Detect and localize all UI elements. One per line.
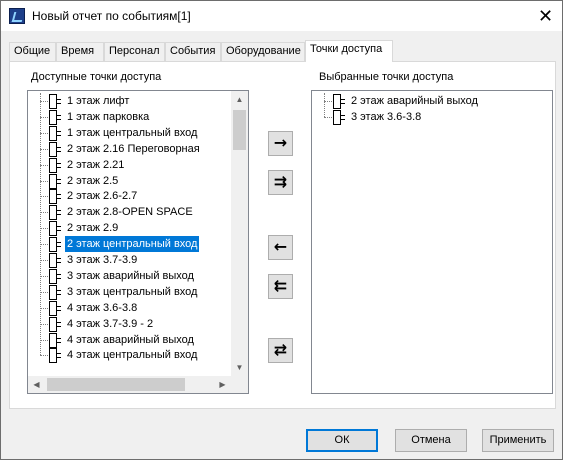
list-item-label: 2 этаж 2.21	[67, 158, 125, 171]
swap-button[interactable]: ⇄	[268, 338, 293, 363]
access-point-door-icon	[47, 268, 61, 284]
list-item[interactable]: 4 этаж центральный вход	[28, 347, 248, 364]
list-item-label: 3 этаж центральный вход	[67, 285, 198, 298]
access-point-door-icon	[47, 189, 61, 205]
list-item[interactable]: 3 этаж 3.7-3.9	[28, 252, 248, 268]
add-all-button[interactable]: ⇉	[268, 170, 293, 195]
tab-access-points[interactable]: Точки доступа	[305, 40, 393, 62]
access-point-door-icon	[47, 253, 61, 268]
apply-button[interactable]: Применить	[482, 429, 554, 452]
access-point-door-icon	[331, 94, 345, 109]
list-item-label: 2 этаж 2.6-2.7	[67, 190, 138, 203]
list-item-label: 3 этаж 3.7-3.9	[67, 254, 138, 266]
available-points-list[interactable]: 4 этаж центральный вход 4 этаж аварийный …	[27, 90, 249, 394]
list-item[interactable]: 2 этаж 2.16 Переговорная	[28, 141, 248, 157]
access-point-door-icon	[47, 205, 61, 221]
list-item-label: 4 этаж 3.7-3.9 - 2	[67, 317, 154, 330]
list-item-label: 3 этаж 3.6-3.8	[351, 110, 422, 123]
list-item-label: 2 этаж 2.5	[67, 174, 119, 187]
tab-time[interactable]: Время	[56, 42, 104, 61]
scroll-left-arrow-icon[interactable]: ◀	[28, 376, 45, 393]
list-item-label: 1 этаж лифт	[67, 95, 130, 107]
access-point-door-icon	[47, 125, 61, 141]
scroll-thumb[interactable]	[233, 110, 246, 150]
access-point-door-icon	[47, 237, 61, 253]
list-item[interactable]: 4 этаж аварийный выход	[28, 332, 248, 348]
list-item[interactable]: 1 этаж лифт	[28, 93, 248, 109]
list-item-label: 3 этаж аварийный выход	[67, 269, 194, 282]
access-point-door-icon	[47, 332, 61, 348]
available-vertical-scrollbar[interactable]: ▲ ▼	[231, 91, 248, 376]
available-points-label: Доступные точки доступа	[31, 71, 162, 83]
access-point-door-icon	[47, 316, 61, 332]
list-item[interactable]: 2 этаж аварийный выход	[312, 93, 552, 109]
remove-all-button[interactable]: ⇇	[268, 274, 293, 299]
list-item[interactable]: 3 этаж 3.6-3.8	[312, 109, 552, 125]
list-item-label: 4 этаж 3.6-3.8	[67, 301, 138, 314]
access-point-door-icon	[47, 157, 61, 173]
list-item-label: 1 этаж парковка	[67, 110, 150, 123]
list-item-label: 2 этаж 2.16 Переговорная	[67, 142, 200, 155]
add-one-button[interactable]: →	[268, 131, 293, 156]
tab-general[interactable]: Общие	[9, 42, 56, 61]
list-item[interactable]: 3 этаж аварийный выход	[28, 268, 248, 284]
list-item[interactable]: 2 этаж 2.21	[28, 157, 248, 173]
tab-equipment[interactable]: Оборудование	[221, 42, 305, 61]
available-horizontal-scrollbar[interactable]: ◀ ▶	[28, 376, 231, 393]
list-item-label: 1 этаж центральный вход	[67, 126, 198, 139]
list-item-label: 4 этаж центральный вход	[67, 349, 198, 362]
list-item[interactable]: 2 этаж 2.5	[28, 173, 248, 189]
access-point-door-icon	[331, 109, 345, 125]
list-item[interactable]: 2 этаж центральный вход	[28, 235, 248, 254]
access-point-door-icon	[47, 141, 61, 157]
access-point-door-icon	[47, 300, 61, 316]
list-item[interactable]: 4 этаж 3.6-3.8	[28, 300, 248, 316]
scroll-thumb[interactable]	[47, 378, 185, 391]
selected-points-list[interactable]: 3 этаж 3.6-3.8 2 этаж аварийный выход	[311, 90, 553, 394]
selected-points-label: Выбранные точки доступа	[319, 71, 454, 83]
list-item[interactable]: 2 этаж 2.6-2.7	[28, 188, 248, 205]
list-item-label: 2 этаж 2.8-OPEN SPACE	[67, 206, 193, 219]
cancel-button[interactable]: Отмена	[395, 429, 467, 452]
access-point-door-icon	[47, 348, 61, 364]
list-item-label: 4 этаж аварийный выход	[67, 333, 194, 346]
tab-personnel[interactable]: Персонал	[104, 42, 165, 61]
access-point-door-icon	[47, 94, 61, 109]
list-item[interactable]: 2 этаж 2.9	[28, 220, 248, 237]
remove-one-button[interactable]: ←	[268, 235, 293, 260]
access-point-door-icon	[47, 173, 61, 189]
ok-button[interactable]: ОК	[306, 429, 378, 452]
window-title: Новый отчет по событиям[1]	[32, 9, 191, 23]
list-item[interactable]: 3 этаж центральный вход	[28, 284, 248, 300]
list-item[interactable]: 1 этаж центральный вход	[28, 125, 248, 141]
access-point-door-icon	[47, 221, 61, 237]
access-points-panel: Доступные точки доступа Выбранные точки …	[9, 61, 556, 409]
tab-events[interactable]: События	[165, 42, 221, 61]
list-item[interactable]: 2 этаж 2.8-OPEN SPACE	[28, 204, 248, 221]
report-app-icon	[9, 8, 25, 24]
scroll-up-arrow-icon[interactable]: ▲	[231, 91, 248, 108]
report-dialog: Новый отчет по событиям[1] ✕ Общие Время…	[0, 0, 563, 460]
scroll-right-arrow-icon[interactable]: ▶	[214, 376, 231, 393]
access-point-door-icon	[47, 109, 61, 125]
list-item-label: 2 этаж аварийный выход	[351, 95, 478, 107]
list-item[interactable]: 1 этаж парковка	[28, 109, 248, 125]
scrollbar-corner	[231, 376, 248, 393]
list-item-label: 2 этаж 2.9	[67, 222, 119, 235]
list-item[interactable]: 4 этаж 3.7-3.9 - 2	[28, 316, 248, 332]
close-button[interactable]: ✕	[529, 1, 562, 31]
scroll-down-arrow-icon[interactable]: ▼	[231, 359, 248, 376]
title-bar: Новый отчет по событиям[1] ✕	[1, 1, 562, 31]
access-point-door-icon	[47, 284, 61, 300]
list-item-label: 2 этаж центральный вход	[63, 235, 201, 254]
